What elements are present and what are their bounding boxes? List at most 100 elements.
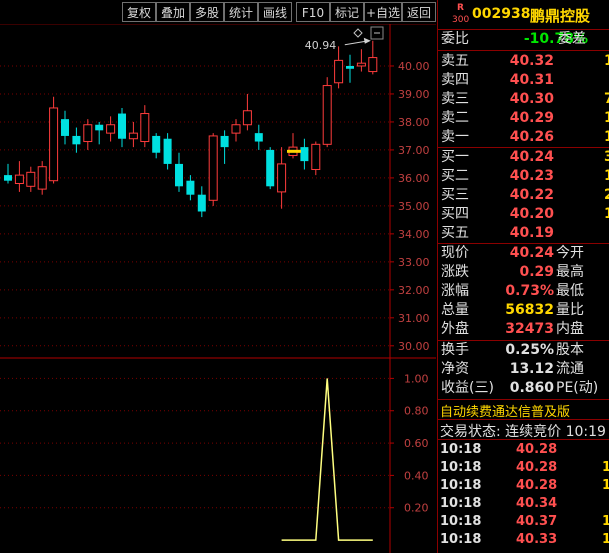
buy-level-row: 买一 40.24 3 xyxy=(438,148,609,167)
candlestick-chart[interactable]: 40.00 39.00 38.00 37.00 36.00 35.00 34.00 33.00… xyxy=(0,24,436,553)
mark-diamond-icon xyxy=(353,28,363,38)
trade-volume: 1 xyxy=(602,459,609,477)
statistics-button[interactable]: 统计 xyxy=(224,2,258,22)
trade-time: 10:18 xyxy=(440,442,482,457)
price-tick-label: 33.00 xyxy=(398,256,430,269)
indicator-tick-label: 0.20 xyxy=(404,502,429,515)
stat-label: 总量 xyxy=(441,302,469,318)
trade-row: 10:18 40.28 1 xyxy=(438,477,609,495)
price-tick-label: 37.00 xyxy=(398,144,430,157)
stock-code[interactable]: 002938 xyxy=(472,6,530,22)
f10-button[interactable]: F10 xyxy=(296,2,330,22)
trade-row: 10:18 40.34 xyxy=(438,495,609,513)
trade-time: 10:18 xyxy=(440,532,482,547)
multi-stock-button[interactable]: 多股 xyxy=(190,2,224,22)
stat-label: 净资 xyxy=(441,361,469,377)
candle-body-down xyxy=(95,124,104,131)
buy-level-row: 买五 40.19 xyxy=(438,224,609,243)
stat-label-right: 今开 xyxy=(556,245,584,261)
trade-price: 40.34 xyxy=(516,496,558,511)
trade-time: 10:18 xyxy=(440,478,482,493)
candle-body-up xyxy=(14,174,24,185)
ticker-message[interactable]: 自动续费通达信普及版 xyxy=(440,401,570,420)
sell-level-row: 卖三 40.30 7 xyxy=(438,90,609,109)
buy-level-row: 买四 40.20 1 xyxy=(438,205,609,224)
trade-volume: 1 xyxy=(602,531,609,549)
quote-stat-row: 外盘 32473 内盘 xyxy=(438,320,609,339)
mark-button[interactable]: 标记 xyxy=(330,2,364,22)
chart-area[interactable]: 40.00 39.00 38.00 37.00 36.00 35.00 34.00 33.00… xyxy=(0,24,436,553)
sell-volume: 1 xyxy=(604,109,609,128)
buy-price: 40.22 xyxy=(509,187,554,203)
candle-body-down xyxy=(197,194,206,212)
stat-label-right: 流通 xyxy=(556,361,584,377)
price-tick-label: 40.00 xyxy=(398,60,430,73)
trade-price: 40.28 xyxy=(516,478,558,493)
stat-label-right: 最高 xyxy=(556,264,584,280)
overlay-button[interactable]: 叠加 xyxy=(156,2,190,22)
buy-level-label: 买二 xyxy=(441,168,469,184)
stat-label: 涨幅 xyxy=(441,283,469,299)
sell-price: 40.30 xyxy=(509,91,554,107)
stat-label: 涨跌 xyxy=(441,264,469,280)
buy-volume: 3 xyxy=(604,148,609,167)
trade-volume: 1 xyxy=(602,477,609,495)
add-watchlist-button[interactable]: +自选 xyxy=(364,2,402,22)
sell-level-label: 卖一 xyxy=(441,129,469,145)
candle-body-down xyxy=(118,113,126,139)
buy-level-label: 买四 xyxy=(441,206,469,222)
restore-rights-button[interactable]: 复权 xyxy=(122,2,156,22)
candle-body-up xyxy=(26,171,36,187)
stat-value: 32473 xyxy=(505,321,554,337)
trade-volume: 1 xyxy=(602,513,609,531)
buy-volume: 1 xyxy=(604,205,609,224)
buy-level-label: 买一 xyxy=(441,149,469,165)
buy-price: 40.23 xyxy=(509,168,554,184)
trade-price: 40.33 xyxy=(516,532,558,547)
quote-stat-row: 换手 0.25% 股本 xyxy=(438,341,609,360)
stock-header: R 300 002938 鹏鼎控股 xyxy=(438,0,609,30)
quote-panel: R 300 002938 鹏鼎控股 委比 -10.78% 委差 卖五 40.32 1… xyxy=(437,0,609,553)
high-annotation-arrow xyxy=(363,37,371,44)
candle-body-up xyxy=(322,85,332,145)
stat-value: 13.12 xyxy=(509,361,554,377)
candle-body-up xyxy=(49,107,59,182)
trade-row: 10:18 40.28 1 xyxy=(438,459,609,477)
trade-row: 10:18 40.37 1 xyxy=(438,513,609,531)
buy-price: 40.19 xyxy=(509,225,554,241)
candle-body-up xyxy=(128,132,138,140)
sell-price: 40.26 xyxy=(509,129,554,145)
bid-diff-label: 委差 xyxy=(558,31,586,47)
draw-line-button[interactable]: 画线 xyxy=(258,2,292,22)
back-button[interactable]: 返回 xyxy=(402,2,436,22)
quote-stat-row: 总量 56832 量比 xyxy=(438,301,609,320)
quote-stat-row: 现价 40.24 今开 xyxy=(438,244,609,263)
stat-label: 收益(三) xyxy=(441,380,494,396)
candle-body-down xyxy=(61,119,69,136)
stat-label-right: PE(动) xyxy=(556,380,599,396)
candle-body-down xyxy=(346,65,354,69)
sell-price: 40.29 xyxy=(509,110,554,126)
trade-time: 10:18 xyxy=(440,460,482,475)
quote-stat-row: 涨跌 0.29 最高 xyxy=(438,263,609,282)
indicator-tick-label: 0.40 xyxy=(404,469,429,482)
indicator-tick-label: 1.00 xyxy=(404,372,429,385)
quote-stat-row: 涨幅 0.73% 最低 xyxy=(438,282,609,301)
buy-volume: 2 xyxy=(604,186,609,205)
stat-value: 0.73% xyxy=(505,283,554,299)
sell-level-label: 卖四 xyxy=(441,72,469,88)
trade-row: 10:18 40.28 xyxy=(438,441,609,459)
trade-time: 10:18 xyxy=(440,514,482,529)
sell-price: 40.31 xyxy=(509,72,554,88)
price-tick-label: 38.00 xyxy=(398,116,430,129)
candle-body-up xyxy=(242,110,252,126)
stat-label: 换手 xyxy=(441,342,469,358)
chart-toolbar: 复权 叠加 多股 统计 画线 F10 标记 +自选 返回 xyxy=(0,0,436,25)
trade-price: 40.37 xyxy=(516,514,558,529)
buy-level-label: 买三 xyxy=(441,187,469,203)
candle-body-down xyxy=(72,135,81,145)
candle-body-up xyxy=(311,143,321,171)
stock-name[interactable]: 鹏鼎控股 xyxy=(530,5,590,26)
sell-level-row: 卖五 40.32 1 xyxy=(438,52,609,71)
stat-value: 0.25% xyxy=(505,342,554,358)
